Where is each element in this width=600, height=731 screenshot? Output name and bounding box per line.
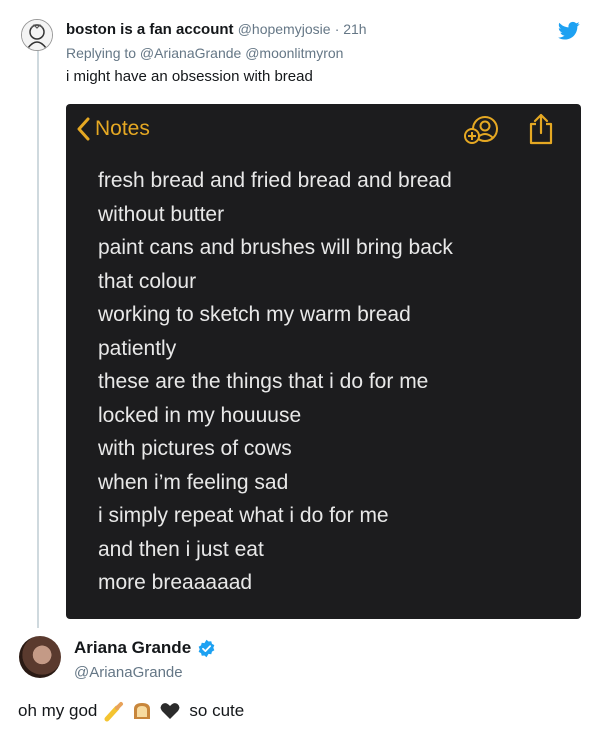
replying-to[interactable]: Replying to @ArianaGrande @moonlitmyron <box>66 45 343 61</box>
tweet-author-name[interactable]: boston is a fan account <box>66 21 234 38</box>
black-heart-icon <box>161 703 180 719</box>
tweet-author-handle[interactable]: @hopemyjosie <box>238 21 331 37</box>
reply-author-handle[interactable]: @ArianaGrande <box>74 664 183 681</box>
notes-line: when i’m feeling sad <box>98 470 289 494</box>
thread-line <box>37 50 39 628</box>
notes-line: i simply repeat what i do for me <box>98 504 389 527</box>
reply-text-start: oh my god <box>18 701 98 720</box>
notes-line: paint cans and brushes will bring back <box>98 236 453 259</box>
notes-back-label: Notes <box>95 117 150 140</box>
avatar-image <box>22 20 52 50</box>
bread-icon <box>134 703 151 719</box>
notes-line: without butter <box>98 202 225 226</box>
notes-back-button[interactable]: Notes <box>76 114 150 144</box>
reply-author-name[interactable]: Ariana Grande <box>74 638 191 658</box>
share-icon[interactable] <box>527 112 555 146</box>
avatar[interactable] <box>21 19 53 51</box>
notes-line: that colour <box>98 269 197 293</box>
notes-line: these are the things that i do for me <box>98 370 429 393</box>
notes-line: and then i just eat <box>98 537 264 561</box>
notes-line: with pictures of cows <box>98 437 292 460</box>
tweet-text: i might have an obsession with bread <box>66 68 313 85</box>
notes-line: more breaaaaad <box>98 571 253 594</box>
chevron-left-icon <box>77 117 90 141</box>
twitter-bird-icon[interactable] <box>558 21 580 41</box>
verified-badge-icon <box>198 639 215 657</box>
paintbrush-icon <box>104 702 124 722</box>
reply-avatar[interactable] <box>19 636 61 678</box>
reply-author: Ariana Grande <box>74 638 216 658</box>
tweet-header: boston is a fan account @hopemyjosie · 2… <box>66 21 580 43</box>
notes-line: locked in my houuuse <box>98 403 302 427</box>
tweet-time[interactable]: · 21h <box>335 21 367 37</box>
notes-body: fresh bread and fried bread and bread wi… <box>98 164 561 600</box>
notes-line: patiently <box>98 336 177 360</box>
notes-line: fresh bread and fried bread and bread <box>98 169 452 192</box>
add-person-icon[interactable] <box>463 114 501 146</box>
reply-text: oh my god so cute <box>18 700 244 722</box>
notes-screenshot: Notes fresh bread and fried bread and br… <box>66 104 581 619</box>
notes-line: working to sketch my warm bread <box>98 303 411 326</box>
reply-text-end: so cute <box>189 701 245 720</box>
